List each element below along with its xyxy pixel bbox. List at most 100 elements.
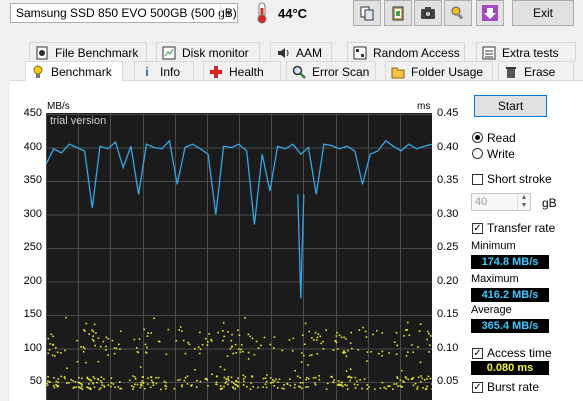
drive-select[interactable]: Samsung SSD 850 EVO 500GB (500 gB) ▼ [10,3,238,23]
access-time-point [294,383,296,386]
access-time-point [406,329,408,331]
copy-text-button[interactable] [353,0,381,26]
tab-aam[interactable]: AAM [270,42,332,62]
access-time-point [56,351,59,354]
tab-folder-usage[interactable]: Folder Usage [385,61,493,81]
access-time-point [99,387,102,389]
access-time-point [222,330,224,332]
access-time-point [289,378,291,380]
access-time-checkbox[interactable]: ✓ [472,348,483,359]
access-time-point [184,376,187,379]
access-time-point [273,347,275,349]
access-time-point [230,339,233,342]
access-time-point [208,333,210,335]
copy-info-button[interactable] [384,0,412,26]
access-time-point [306,376,308,379]
access-time-point [96,381,98,384]
spin-arrows-icon[interactable]: ▲ ▼ [517,194,530,210]
access-time-point [395,332,398,334]
access-time-point [76,339,78,342]
access-time-point [88,383,90,385]
y-tick-left: 100 [23,341,42,354]
access-time-point [318,375,320,377]
y-tick-right: 0.05 [437,375,459,387]
chevron-down-icon[interactable]: ▼ [220,4,237,22]
tab-extra-tests[interactable]: Extra tests [476,42,576,62]
plus-icon [208,64,224,80]
access-time-point [228,379,230,382]
access-time-point [146,335,149,337]
access-time-point [429,377,432,380]
access-time-point [211,373,213,376]
read-radio[interactable] [472,132,483,143]
tab-health[interactable]: Health [203,61,281,81]
access-time-point [325,329,327,331]
access-time-point [405,355,408,357]
access-time-point [396,376,398,378]
access-time-point [132,386,135,388]
tab-label: Extra tests [502,45,559,60]
access-time-point [153,317,155,320]
tab-benchmark[interactable]: Benchmark [25,61,123,81]
access-time-point [349,342,352,344]
access-time-point [206,344,209,346]
access-time-point [223,376,226,379]
monitor-icon [161,45,177,61]
magnifier-icon [291,64,307,80]
right-axis-unit: ms [417,101,431,112]
access-time-point [311,354,313,356]
info-icon: i [145,64,149,79]
tab-random-access[interactable]: Random Access [347,42,465,62]
access-time-point [215,375,218,378]
access-time-point [275,378,277,381]
tab-info[interactable]: i Info [134,61,194,81]
access-time-point [401,386,403,388]
access-time-point [419,361,422,364]
write-radio[interactable] [472,148,483,159]
average-value: 365.4 MB/s [471,319,549,333]
access-time-point [272,379,274,381]
access-time-point [47,337,49,340]
access-time-point [92,335,94,337]
access-time-point [100,380,102,382]
drive-select-value: Samsung SSD 850 EVO 500GB (500 gB) [16,6,237,20]
transfer-rate-checkbox[interactable]: ✓ [472,223,483,234]
short-stroke-checkbox[interactable] [472,174,483,185]
access-time-point [165,381,167,384]
access-time-point [49,343,51,345]
burst-rate-checkbox[interactable]: ✓ [472,382,483,393]
access-time-point [416,388,418,390]
access-time-point [370,351,372,353]
access-time-point [293,386,296,389]
access-time-point [412,376,414,379]
tab-erase[interactable]: Erase [498,61,574,81]
short-stroke-input[interactable]: 40 ▲ ▼ [471,193,531,211]
access-time-point [238,334,241,336]
access-time-point [255,340,258,343]
access-time-point [93,323,96,326]
tab-error-scan[interactable]: Error Scan [286,61,376,81]
tab-file-benchmark[interactable]: File Benchmark [29,42,147,62]
start-button[interactable]: Start [474,95,547,117]
access-time-point [237,329,239,332]
access-time-point [281,387,284,390]
file-icon [34,45,50,61]
exit-button[interactable]: Exit [512,0,574,26]
access-time-point [322,348,325,350]
tab-disk-monitor[interactable]: Disk monitor [156,42,260,62]
access-time-point [101,384,104,386]
access-time-point [277,387,279,389]
access-time-point [141,384,143,387]
access-time-point [294,369,296,372]
download-button[interactable] [476,0,504,26]
access-time-point [229,347,232,350]
access-time-point [57,381,59,384]
access-time-point [110,382,113,384]
access-time-point [417,376,420,379]
access-time-point [379,387,382,390]
options-button[interactable] [444,0,472,26]
screenshot-button[interactable] [414,0,442,26]
y-tick-right: 0.20 [437,274,459,287]
access-time-point [308,377,310,380]
tab-label: Info [160,64,181,79]
